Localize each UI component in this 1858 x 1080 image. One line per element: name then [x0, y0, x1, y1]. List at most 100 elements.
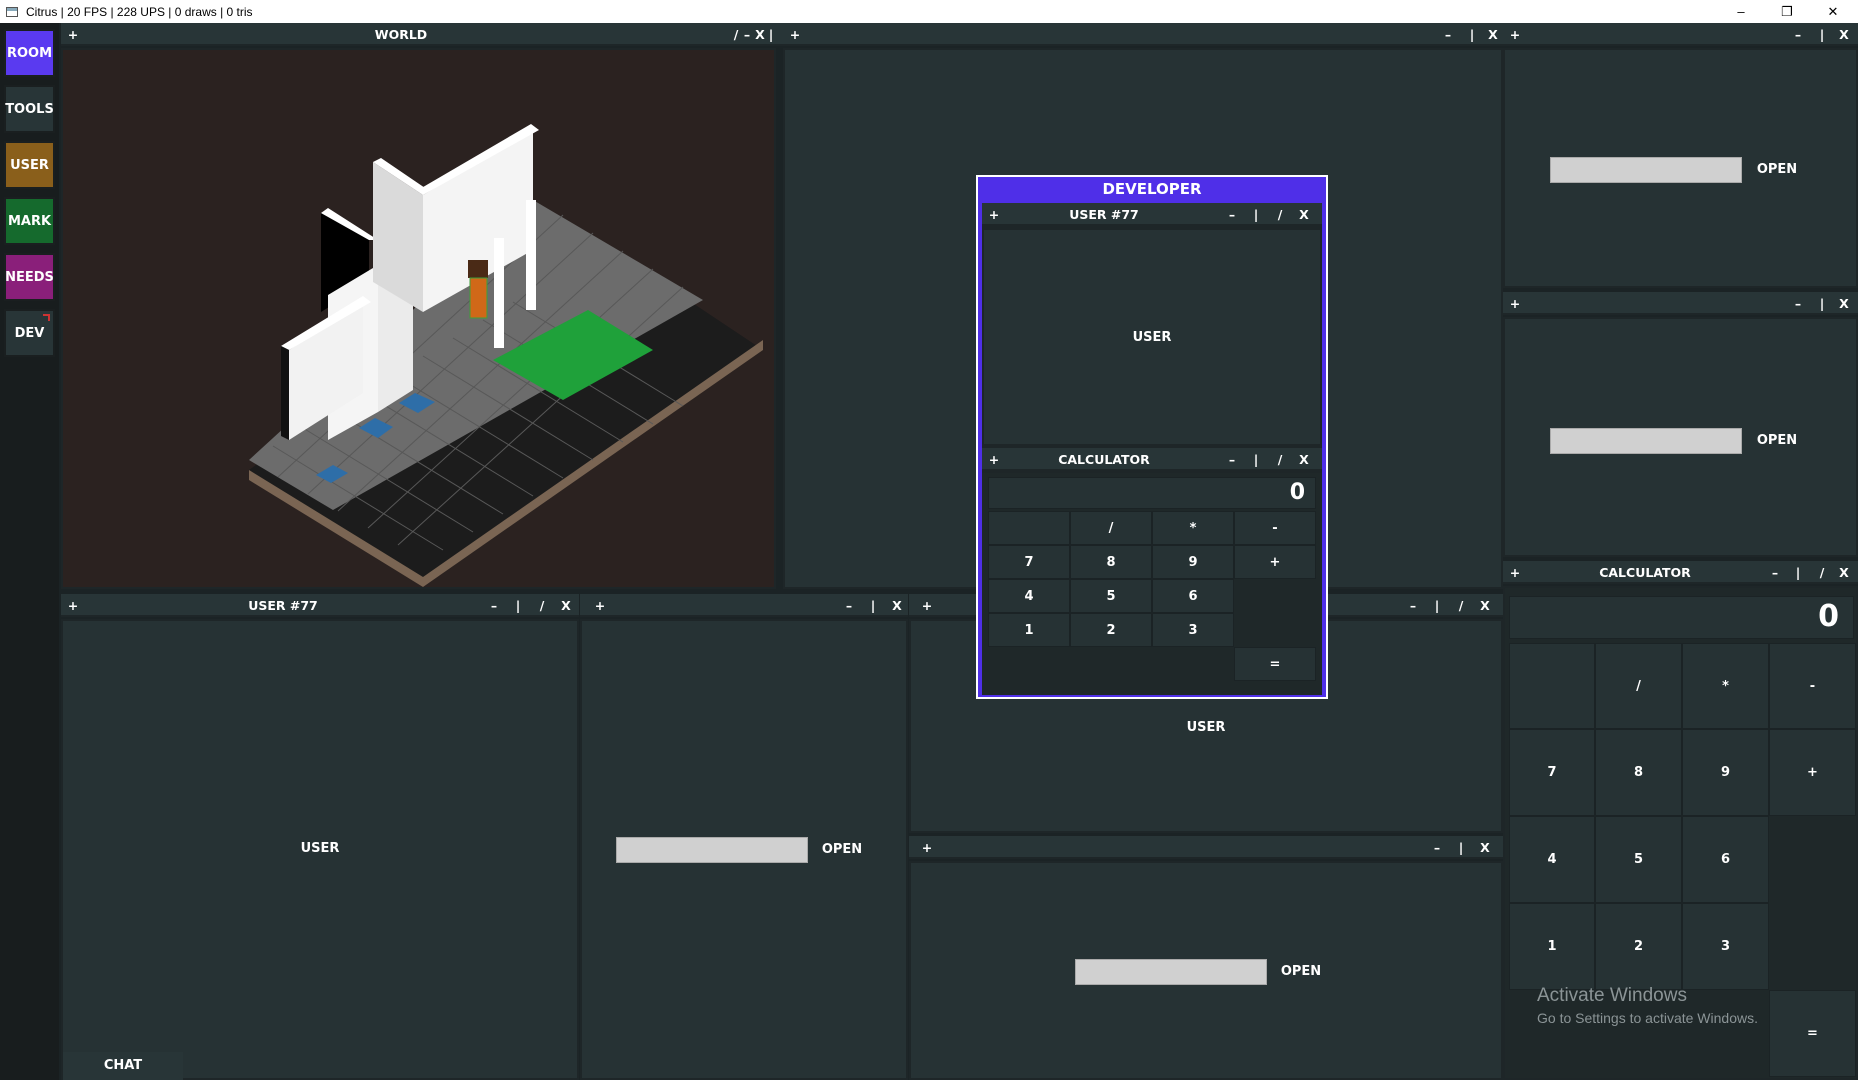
add-panel-button[interactable]: + [917, 836, 937, 859]
close-panel-button[interactable]: X [1294, 203, 1314, 226]
calc-key-plus[interactable]: + [1234, 545, 1316, 579]
url-input[interactable] [1075, 959, 1267, 985]
minimize-panel-button[interactable]: – [1427, 836, 1447, 859]
minimize-panel-button[interactable]: – [1222, 203, 1242, 226]
close-panel-button[interactable]: X [1475, 836, 1495, 859]
calc-key-equals[interactable]: = [1769, 990, 1856, 1077]
split-vertical-button[interactable]: | [1451, 836, 1471, 859]
url-input[interactable] [1550, 428, 1742, 454]
panel-title: USER #77 [1069, 207, 1139, 222]
open-button[interactable]: OPEN [1745, 157, 1809, 183]
calc-key-2[interactable]: 2 [1070, 613, 1152, 647]
split-vertical-button[interactable]: | [1812, 292, 1832, 315]
add-panel-button[interactable]: + [63, 594, 83, 617]
calc-key-plus[interactable]: + [1769, 729, 1856, 816]
isometric-room-view[interactable] [63, 50, 774, 587]
calc-key-minus[interactable]: - [1769, 643, 1856, 729]
close-panel-button[interactable]: X [1483, 23, 1503, 46]
split-diagonal-button[interactable]: / [1270, 448, 1290, 471]
sidebar-item-mark[interactable]: MARK [4, 197, 55, 245]
split-diagonal-button[interactable]: / [532, 594, 552, 617]
calc-key-9[interactable]: 9 [1682, 729, 1769, 816]
sidebar-item-room[interactable]: ROOM [4, 29, 55, 77]
close-panel-button[interactable]: X [1475, 594, 1495, 617]
split-diagonal-button[interactable]: / [726, 23, 746, 46]
restore-button[interactable]: ❐ [1764, 0, 1810, 23]
sidebar-item-needs[interactable]: NEEDS [4, 253, 55, 301]
chat-tab[interactable]: CHAT [63, 1052, 183, 1080]
minimize-panel-button[interactable]: – [1788, 23, 1808, 46]
close-panel-button[interactable]: X [1294, 448, 1314, 471]
add-panel-button[interactable]: + [1505, 23, 1525, 46]
close-panel-button[interactable]: X [1834, 23, 1854, 46]
add-panel-button[interactable]: + [1505, 292, 1525, 315]
url-input[interactable] [1550, 157, 1742, 183]
add-panel-button[interactable]: + [917, 594, 937, 617]
close-panel-button[interactable]: X [1834, 292, 1854, 315]
minimize-panel-button[interactable]: – [1222, 448, 1242, 471]
calc-key-equals[interactable]: = [1234, 647, 1316, 681]
calc-key-1[interactable]: 1 [988, 613, 1070, 647]
close-panel-button[interactable]: X [887, 594, 907, 617]
split-diagonal-button[interactable]: / [1270, 203, 1290, 226]
open-button[interactable]: OPEN [810, 837, 874, 863]
minimize-panel-button[interactable]: – [1788, 292, 1808, 315]
calc-key-4[interactable]: 4 [1509, 816, 1595, 903]
calc-key-divide[interactable]: / [1595, 643, 1682, 729]
close-panel-button[interactable]: X [556, 594, 576, 617]
url-input[interactable] [616, 837, 808, 863]
calc-key-6[interactable]: 6 [1152, 579, 1234, 613]
split-vertical-button[interactable]: | [1246, 448, 1266, 471]
calc-key-multiply[interactable]: * [1682, 643, 1769, 729]
add-panel-button[interactable]: + [590, 594, 610, 617]
calc-key-8[interactable]: 8 [1595, 729, 1682, 816]
calc-key-2[interactable]: 2 [1595, 903, 1682, 990]
calc-key-9[interactable]: 9 [1152, 545, 1234, 579]
calc-key-5[interactable]: 5 [1595, 816, 1682, 903]
split-vertical-button[interactable]: | [1427, 594, 1447, 617]
close-panel-button[interactable]: X [750, 23, 770, 46]
calc-key-7[interactable]: 7 [988, 545, 1070, 579]
split-vertical-button[interactable]: | [1246, 203, 1266, 226]
calc-key-7[interactable]: 7 [1509, 729, 1595, 816]
split-vertical-button[interactable]: | [1462, 23, 1482, 46]
split-diagonal-button[interactable]: / [1812, 561, 1832, 584]
calc-key-8[interactable]: 8 [1070, 545, 1152, 579]
close-panel-button[interactable]: X [1834, 561, 1854, 584]
calc-key-3[interactable]: 3 [1152, 613, 1234, 647]
sidebar-item-tools[interactable]: TOOLS [4, 85, 55, 133]
minimize-panel-button[interactable]: – [484, 594, 504, 617]
calc-key-5[interactable]: 5 [1070, 579, 1152, 613]
minimize-panel-button[interactable]: – [1765, 561, 1785, 584]
add-panel-button[interactable]: + [984, 203, 1004, 226]
calc-key-6[interactable]: 6 [1682, 816, 1769, 903]
split-diagonal-button[interactable]: / [1451, 594, 1471, 617]
sidebar-item-dev[interactable]: DEV [4, 309, 55, 357]
split-vertical-button[interactable]: | [863, 594, 883, 617]
minimize-panel-button[interactable]: – [1403, 594, 1423, 617]
sidebar-item-user[interactable]: USER [4, 141, 55, 189]
world-viewport[interactable] [61, 48, 776, 589]
calc-key-4[interactable]: 4 [988, 579, 1070, 613]
add-panel-button[interactable]: + [984, 448, 1004, 471]
calc-key-minus[interactable]: - [1234, 511, 1316, 545]
minimize-button[interactable]: – [1718, 0, 1764, 23]
open-button[interactable]: OPEN [1745, 428, 1809, 454]
developer-window[interactable]: DEVELOPER + USER #77 – | / X USER + CALC… [976, 175, 1328, 699]
split-vertical-button[interactable]: | [508, 594, 528, 617]
split-vertical-button[interactable]: | [1788, 561, 1808, 584]
minimize-panel-button[interactable]: – [839, 594, 859, 617]
panel-title: CALCULATOR [1058, 452, 1150, 467]
add-panel-button[interactable]: + [1505, 561, 1525, 584]
close-button[interactable]: ✕ [1810, 0, 1856, 23]
add-panel-button[interactable]: + [785, 23, 805, 46]
user-label: USER [1132, 330, 1172, 345]
calc-key-divide[interactable]: / [1070, 511, 1152, 545]
calc-key-3[interactable]: 3 [1682, 903, 1769, 990]
minimize-panel-button[interactable]: – [1438, 23, 1458, 46]
open-button[interactable]: OPEN [1269, 959, 1333, 985]
split-vertical-button[interactable]: | [1812, 23, 1832, 46]
calc-key-multiply[interactable]: * [1152, 511, 1234, 545]
calc-key-1[interactable]: 1 [1509, 903, 1595, 990]
add-panel-button[interactable]: + [63, 23, 83, 46]
